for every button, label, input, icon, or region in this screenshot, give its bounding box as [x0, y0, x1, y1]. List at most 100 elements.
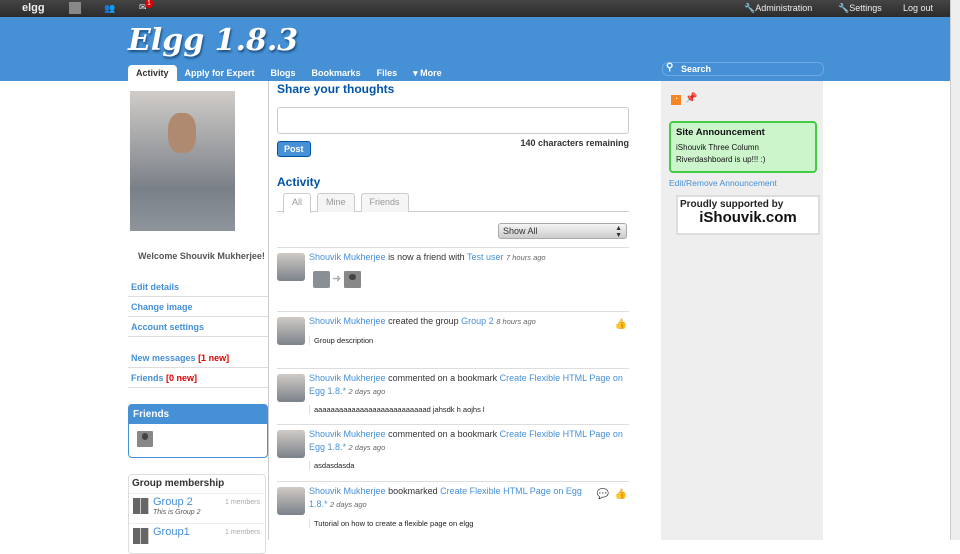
river-body: Group description: [309, 336, 373, 345]
edit-announcement-link[interactable]: Edit/Remove Announcement: [669, 178, 777, 188]
change-image-link[interactable]: Change image: [128, 297, 268, 317]
user-thumb[interactable]: [313, 271, 330, 288]
announcement-title: Site Announcement: [676, 127, 765, 138]
tab-mine[interactable]: Mine: [317, 193, 355, 212]
like-icon[interactable]: 👍: [615, 319, 627, 330]
group-name[interactable]: Group1: [153, 526, 190, 538]
user-link[interactable]: Shouvik Mukherjee: [309, 373, 386, 383]
comment-icon[interactable]: 💬: [597, 489, 609, 500]
messages-icon[interactable]: ✉ 1: [139, 0, 153, 13]
friends-link[interactable]: Friends [0 new]: [128, 368, 268, 388]
main-nav: Activity Apply for Expert Blogs Bookmark…: [128, 65, 450, 81]
group-item: Group 2 This is Group 2 1 members: [129, 493, 265, 523]
user-avatar[interactable]: [277, 374, 305, 402]
target-link[interactable]: Group 2: [461, 316, 494, 326]
user-avatar[interactable]: [277, 253, 305, 281]
user-avatar-icon[interactable]: [69, 2, 81, 14]
new-messages-count: [1 new]: [198, 353, 230, 363]
announcement-body: iShouvik Three Column Riverdashboard is …: [676, 143, 766, 164]
sponsor-name: iShouvik.com: [699, 209, 797, 226]
river-body: aaaaaaaaaaaaaaaaaaaaaaaaaaad jahsdk h ao…: [309, 405, 485, 414]
elgg-logo[interactable]: elgg: [22, 2, 45, 14]
settings-label: Settings: [849, 3, 882, 13]
post-button[interactable]: Post: [277, 141, 311, 157]
user-avatar[interactable]: [277, 430, 305, 458]
left-sidebar: Welcome Shouvik Mukherjee! Edit details …: [128, 81, 269, 554]
user-link[interactable]: Shouvik Mukherjee: [309, 252, 386, 262]
show-all-select[interactable]: Show All ▲ ▼: [498, 223, 627, 239]
administration-label: Administration: [755, 3, 813, 13]
logout-link[interactable]: Log out: [903, 3, 933, 13]
action-text: commented on a bookmark: [388, 429, 498, 439]
status-textarea[interactable]: [277, 107, 629, 134]
administration-link[interactable]: 🔧Administration: [744, 3, 812, 14]
group-name[interactable]: Group 2: [153, 496, 193, 508]
user-link[interactable]: Shouvik Mukherjee: [309, 316, 386, 326]
timestamp: 2 days ago: [348, 387, 386, 396]
rss-icon[interactable]: ◔: [671, 95, 681, 105]
friend-thumb[interactable]: [344, 271, 361, 288]
nav-tab-files[interactable]: Files: [369, 65, 406, 81]
timestamp: 7 hours ago: [505, 253, 546, 262]
nav-tab-activity[interactable]: Activity: [128, 65, 177, 81]
river-summary: Shouvik Mukherjee created the group Grou…: [309, 315, 625, 328]
river-body: Tutorial on how to create a flexible pag…: [309, 519, 473, 528]
search-input[interactable]: ⚲ Search: [662, 62, 824, 76]
action-text: commented on a bookmark: [388, 373, 498, 383]
settings-link[interactable]: 🔧Settings: [838, 3, 882, 14]
show-all-value: Show All: [503, 226, 538, 236]
tab-all[interactable]: All: [283, 193, 312, 213]
target-link[interactable]: Test user: [467, 252, 504, 262]
timestamp: 8 hours ago: [496, 317, 536, 326]
friends-widget-title: Friends: [129, 405, 267, 424]
group-members: 1 members: [224, 499, 260, 506]
arrow-right-icon: ➜: [332, 273, 342, 285]
search-placeholder: Search: [681, 64, 712, 74]
account-settings-link[interactable]: Account settings: [128, 317, 268, 337]
river-item: Shouvik Mukherjee created the group Grou…: [277, 311, 629, 368]
welcome-text: Welcome Shouvik Mukherjee!: [138, 251, 265, 261]
characters-remaining: 140 characters remaining: [520, 138, 629, 148]
profile-photo[interactable]: [130, 91, 235, 231]
group-description: This is Group 2: [153, 509, 201, 516]
friends-label: Friends: [131, 373, 164, 383]
search-icon: ⚲: [666, 62, 674, 73]
friend-avatar-icon[interactable]: [137, 431, 153, 447]
nav-tab-blogs[interactable]: Blogs: [263, 65, 304, 81]
page-scrollbar[interactable]: [950, 0, 960, 540]
river-summary: Shouvik Mukherjee bookmarked Create Flex…: [309, 485, 599, 511]
timestamp: 2 days ago: [348, 443, 386, 452]
user-link[interactable]: Shouvik Mukherjee: [309, 486, 386, 496]
topbar: elgg 👥 ✉ 1 🔧Administration 🔧Settings Log …: [0, 0, 950, 17]
sponsor-banner[interactable]: Proudly supported by iShouvik.com: [676, 195, 820, 235]
group-members: 1 members: [224, 529, 260, 536]
user-avatar[interactable]: [277, 487, 305, 515]
nav-tab-bookmarks[interactable]: Bookmarks: [304, 65, 369, 81]
group-item: Group1 1 members: [129, 523, 265, 553]
messages-badge: 1: [145, 0, 153, 8]
friends-widget: Friends: [128, 404, 268, 458]
river-summary: Shouvik Mukherjee commented on a bookmar…: [309, 428, 625, 454]
action-text: created the group: [388, 316, 459, 326]
group-icon: [133, 528, 149, 544]
friends-icon[interactable]: 👥: [104, 3, 115, 14]
new-messages-link[interactable]: New messages [1 new]: [128, 348, 268, 368]
edit-details-link[interactable]: Edit details: [128, 277, 268, 297]
pin-icon[interactable]: 📌: [685, 93, 697, 104]
river-summary: Shouvik Mukherjee is now a friend with T…: [309, 251, 625, 264]
nav-tab-apply-expert[interactable]: Apply for Expert: [177, 65, 263, 81]
user-avatar[interactable]: [277, 317, 305, 345]
share-title: Share your thoughts: [277, 82, 395, 96]
river-item: Shouvik Mukherjee is now a friend with T…: [277, 247, 629, 311]
like-icon[interactable]: 👍: [615, 489, 627, 500]
group-membership-widget: Group membership Group 2 This is Group 2…: [128, 474, 266, 554]
nav-tab-more[interactable]: ▾ More: [405, 65, 450, 81]
site-title[interactable]: Elgg 1.8.3: [128, 23, 298, 58]
activity-filter-tabs: All Mine Friends: [277, 193, 629, 213]
tab-friends[interactable]: Friends: [360, 193, 409, 212]
site-announcement: Site Announcement iShouvik Three Column …: [669, 121, 817, 173]
action-text: is now a friend with: [388, 252, 465, 262]
river-item: Shouvik Mukherjee commented on a bookmar…: [277, 368, 629, 424]
user-link[interactable]: Shouvik Mukherjee: [309, 429, 386, 439]
action-text: bookmarked: [388, 486, 438, 496]
